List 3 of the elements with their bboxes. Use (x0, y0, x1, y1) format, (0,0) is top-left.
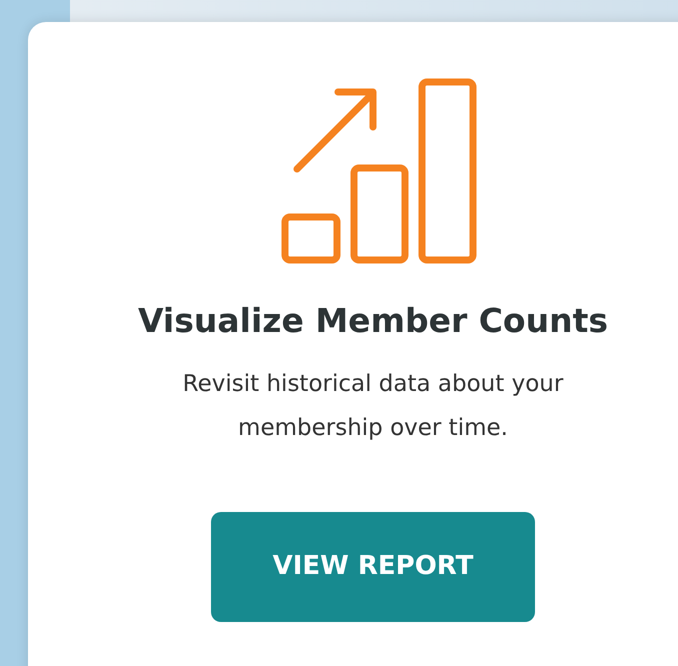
card-title: Visualize Member Counts (138, 300, 608, 342)
view-report-button[interactable]: VIEW REPORT (211, 512, 535, 622)
card-description: Revisit historical data about your membership over time. (182, 370, 564, 442)
